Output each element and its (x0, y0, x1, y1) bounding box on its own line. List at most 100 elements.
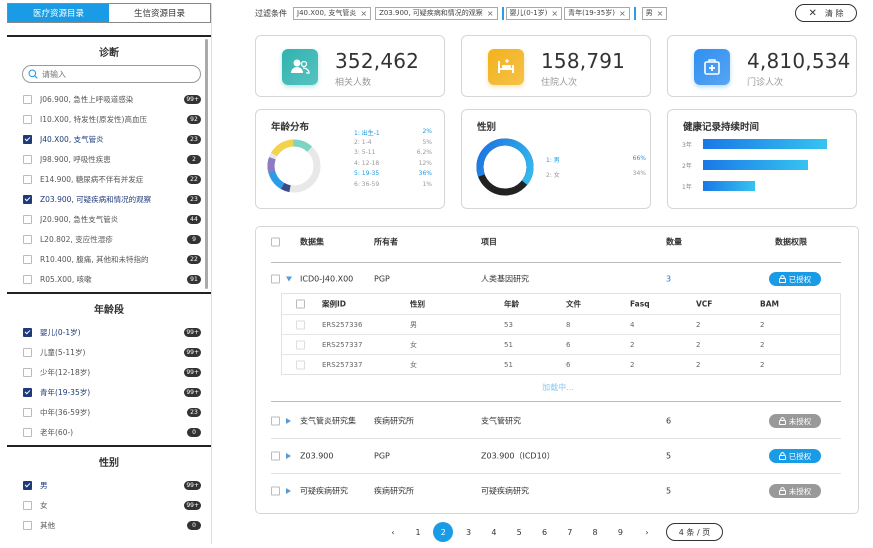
select-all-checkbox[interactable] (271, 237, 280, 247)
gender-count-badge: 99+ (184, 480, 201, 490)
cell-project: 人类基因研究 (481, 274, 529, 284)
gender-count-badge: 0 (187, 520, 201, 530)
diagnosis-item[interactable]: Z03.900, 可疑疾病和情况的观察 23 (7, 189, 211, 209)
page-4-button[interactable]: 4 (484, 522, 504, 542)
caret-down-icon[interactable] (286, 276, 292, 282)
diagnosis-checkbox[interactable] (23, 254, 32, 264)
diagnosis-item[interactable]: E14.900, 糖尿病不伴有并发症 22 (7, 169, 211, 189)
diagnosis-checkbox[interactable] (23, 274, 32, 284)
diagnosis-checkbox[interactable] (23, 114, 32, 124)
page-size-select[interactable]: 4 条 / 页 (666, 523, 723, 541)
page-3-button[interactable]: 3 (459, 522, 479, 542)
diagnosis-item[interactable]: J98.900, 呼吸性疾患 2 (7, 149, 211, 169)
table-row[interactable]: 可疑疾病研究 疾病研究所 可疑疾病研究 5 未授权 (256, 481, 860, 501)
table-row[interactable]: 支气管炎研究集 疾病研究所 支气管研究 6 未授权 (256, 411, 860, 431)
caret-right-icon[interactable] (286, 453, 291, 459)
legend-label: 1: 男 (546, 157, 560, 164)
next-page-button[interactable]: › (637, 522, 657, 542)
legend-value: 5% (422, 138, 432, 146)
loading-text: 加载中... (542, 383, 574, 392)
diagnosis-search-input[interactable] (42, 69, 182, 79)
diagnosis-item[interactable]: J20.900, 急性支气管炎 44 (7, 209, 211, 229)
table-row[interactable]: ICD0-J40.X00 PGP 人类基因研究 3 已授权 (256, 269, 860, 289)
tab-medical-catalog[interactable]: 医疗资源目录 (8, 4, 109, 22)
diagnosis-label: R10.400, 腹痛, 其他和未特指的 (40, 254, 149, 264)
diagnosis-checkbox[interactable] (23, 194, 32, 204)
sub-table-row[interactable]: ERS257337 女 51 6 2 2 2 (282, 355, 840, 375)
age-checkbox[interactable] (23, 327, 32, 337)
row-checkbox[interactable] (271, 486, 280, 496)
diagnosis-checkbox[interactable] (23, 234, 32, 244)
gender-checkbox[interactable] (23, 520, 32, 530)
legend-value: 12% (418, 159, 432, 167)
diagnosis-checkbox[interactable] (23, 174, 32, 184)
age-item[interactable]: 儿童(5-11岁) 99+ (7, 342, 211, 362)
sub-cell: 2 (696, 341, 701, 349)
close-icon[interactable]: × (657, 9, 664, 18)
diagnosis-item[interactable]: J40.X00, 支气管炎 23 (7, 129, 211, 149)
caret-right-icon[interactable] (286, 418, 291, 424)
diagnosis-item[interactable]: R10.400, 腹痛, 其他和未特指的 22 (7, 249, 211, 269)
page-1-button[interactable]: 1 (408, 522, 428, 542)
age-checkbox[interactable] (23, 387, 32, 397)
diagnosis-item[interactable]: L20.802, 变应性湿疹 9 (7, 229, 211, 249)
age-checkbox[interactable] (23, 407, 32, 417)
clear-filters-button[interactable]: ✕ 清 除 (795, 4, 857, 22)
diagnosis-search[interactable] (22, 65, 201, 83)
close-icon[interactable]: × (619, 9, 626, 18)
diagnosis-item[interactable]: I10.X00, 特发性(原发性)高血压 92 (7, 109, 211, 129)
table-row[interactable]: Z03.900 PGP Z03.900（ICD10） 5 已授权 (256, 446, 860, 466)
gender-checkbox[interactable] (23, 480, 32, 490)
age-checkbox[interactable] (23, 427, 32, 437)
age-item[interactable]: 中年(36-59岁) 23 (7, 402, 211, 422)
diagnosis-checkbox[interactable] (23, 134, 32, 144)
age-checkbox[interactable] (23, 367, 32, 377)
sub-select-all-checkbox[interactable] (296, 299, 305, 309)
close-icon[interactable]: × (360, 9, 367, 18)
prev-page-button[interactable]: ‹ (383, 522, 403, 542)
diagnosis-item[interactable]: R05.X00, 咳嗽 91 (7, 269, 211, 289)
permission-badge[interactable]: 已授权 (769, 272, 821, 286)
gender-item[interactable]: 其他 0 (7, 515, 211, 535)
diagnosis-checkbox[interactable] (23, 94, 32, 104)
permission-badge[interactable]: 已授权 (769, 449, 821, 463)
gender-item[interactable]: 男 99+ (7, 475, 211, 495)
age-checkbox[interactable] (23, 347, 32, 357)
page-9-button[interactable]: 9 (610, 522, 630, 542)
close-icon[interactable]: × (551, 9, 558, 18)
page-6-button[interactable]: 6 (535, 522, 555, 542)
age-item[interactable]: 老年(60-) 0 (7, 422, 211, 442)
permission-badge[interactable]: 未授权 (769, 484, 821, 498)
sub-table-row[interactable]: ERS257337 女 51 6 2 2 2 (282, 335, 840, 355)
diagnosis-checkbox[interactable] (23, 214, 32, 224)
sidebar-tabs: 医疗资源目录 生信资源目录 (7, 3, 211, 23)
sub-row-checkbox[interactable] (296, 340, 305, 350)
diagnosis-section: 诊断 J06.900, 急性上呼吸道感染 99+ I10.X00, 特发性(原发性)… (7, 35, 211, 289)
sub-table-row[interactable]: ERS257336 男 53 8 4 2 2 (282, 315, 840, 335)
page-7-button[interactable]: 7 (560, 522, 580, 542)
age-item[interactable]: 青年(19-35岁) 99+ (7, 382, 211, 402)
permission-badge[interactable]: 未授权 (769, 414, 821, 428)
page-5-button[interactable]: 5 (509, 522, 529, 542)
diagnosis-checkbox[interactable] (23, 154, 32, 164)
page-2-button[interactable]: 2 (433, 522, 454, 542)
diagnosis-item[interactable]: J06.900, 急性上呼吸道感染 99+ (7, 89, 211, 109)
sub-cell: 53 (504, 321, 513, 329)
close-icon[interactable]: × (487, 9, 494, 18)
diagnosis-count-badge: 22 (187, 174, 201, 184)
row-checkbox[interactable] (271, 451, 280, 461)
diagnosis-title: 诊断 (99, 48, 119, 59)
row-checkbox[interactable] (271, 274, 280, 284)
row-checkbox[interactable] (271, 416, 280, 426)
diagnosis-scrollbar[interactable] (205, 39, 208, 289)
tab-bioinfo-catalog[interactable]: 生信资源目录 (109, 4, 210, 22)
sub-row-checkbox[interactable] (296, 320, 305, 330)
gender-item[interactable]: 女 99+ (7, 495, 211, 515)
sub-row-checkbox[interactable] (296, 360, 305, 370)
page-8-button[interactable]: 8 (585, 522, 605, 542)
caret-right-icon[interactable] (286, 488, 291, 494)
age-item[interactable]: 婴儿(0-1岁) 99+ (7, 322, 211, 342)
sub-cell: 4 (630, 321, 635, 329)
age-item[interactable]: 少年(12-18岁) 99+ (7, 362, 211, 382)
gender-checkbox[interactable] (23, 500, 32, 510)
